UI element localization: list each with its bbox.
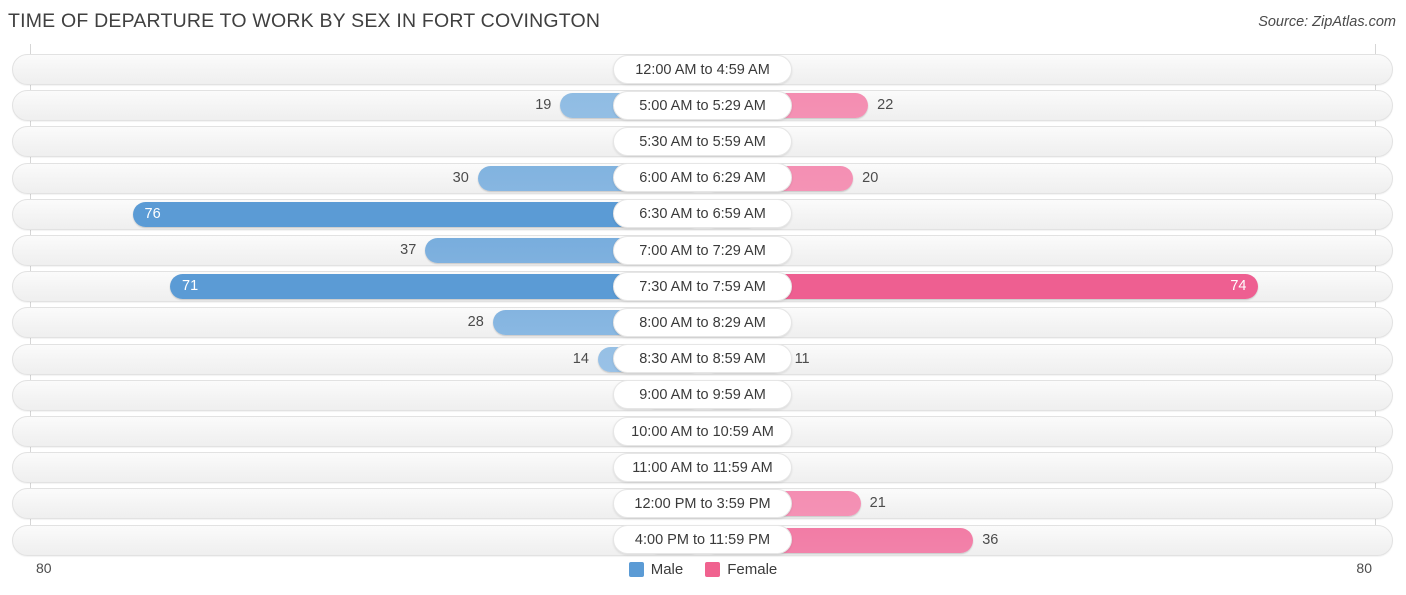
category-label: 5:00 AM to 5:29 AM	[613, 90, 792, 120]
category-label: 4:00 PM to 11:59 PM	[613, 525, 792, 555]
chart-footer: 80 80 Male Female	[0, 552, 1406, 595]
page-title: TIME OF DEPARTURE TO WORK BY SEX IN FORT…	[8, 10, 601, 32]
chart-row: 7676:30 AM to 6:59 AM	[0, 197, 1406, 233]
legend-label: Male	[650, 561, 684, 578]
bar-value-female: 22	[877, 97, 894, 114]
bar-value-male: 30	[452, 169, 469, 186]
chart-row: 32112:00 PM to 3:59 PM	[0, 486, 1406, 522]
chart-row: 3757:00 AM to 7:29 AM	[0, 233, 1406, 269]
bar-value-male: 71	[182, 278, 199, 295]
category-label: 11:00 AM to 11:59 AM	[613, 452, 792, 482]
chart-row: 849:00 AM to 9:59 AM	[0, 378, 1406, 414]
category-label: 12:00 PM to 3:59 PM	[613, 488, 792, 518]
bar-value-female: 11	[794, 350, 810, 367]
bar-value-male: 19	[535, 97, 552, 114]
chart-row: 19 22 5:00 AM to 5:29 AM	[0, 88, 1406, 124]
chart-row: 30 20 6:00 AM to 6:29 AM	[0, 161, 1406, 197]
bar-value-female: 36	[982, 531, 999, 548]
bar-value-male: 37	[400, 242, 417, 258]
legend-label: Female	[727, 561, 778, 578]
chart-row: 6312:00 AM to 4:59 AM	[0, 52, 1406, 88]
category-label: 8:30 AM to 8:59 AM	[613, 344, 792, 374]
category-label: 6:00 AM to 6:29 AM	[613, 163, 792, 193]
category-label: 10:00 AM to 10:59 AM	[613, 416, 792, 446]
chart-plot-area: 6312:00 AM to 4:59 AM 19 22 5:00 AM to 5:29…	[0, 44, 1406, 556]
female-swatch	[705, 562, 721, 577]
category-label: 12:00 AM to 4:59 AM	[613, 54, 792, 84]
bar-value-female: 20	[862, 169, 879, 186]
chart-row: 0011:00 AM to 11:59 AM	[0, 450, 1406, 486]
chart-legend: Male Female	[0, 562, 1406, 577]
chart-row: 305:30 AM to 5:59 AM	[0, 124, 1406, 160]
bar-value-male: 76	[144, 205, 161, 222]
male-swatch	[628, 562, 644, 577]
category-label: 9:00 AM to 9:59 AM	[613, 380, 792, 410]
bar-value-female: 21	[869, 495, 886, 512]
category-label: 7:00 AM to 7:29 AM	[613, 235, 792, 265]
bar-value-female: 74	[1230, 278, 1247, 295]
source-attribution: Source: ZipAtlas.com	[1258, 14, 1396, 30]
chart-row: 2848:00 AM to 8:29 AM	[0, 305, 1406, 341]
bar-value-male: 14	[572, 350, 589, 367]
category-label: 6:30 AM to 6:59 AM	[613, 199, 792, 229]
legend-item-female[interactable]: Female	[705, 562, 777, 577]
category-label: 5:30 AM to 5:59 AM	[613, 126, 792, 156]
chart-row: 14 11 8:30 AM to 8:59 AM	[0, 342, 1406, 378]
chart-header: TIME OF DEPARTURE TO WORK BY SEX IN FORT…	[0, 0, 1406, 44]
legend-item-male[interactable]: Male	[628, 561, 684, 578]
category-label: 8:00 AM to 8:29 AM	[613, 307, 792, 337]
category-label: 7:30 AM to 7:59 AM	[613, 271, 792, 301]
chart-row: 71 74 7:30 AM to 7:59 AM	[0, 269, 1406, 305]
bar-value-male: 28	[467, 314, 484, 331]
chart-row: 0210:00 AM to 10:59 AM	[0, 414, 1406, 450]
